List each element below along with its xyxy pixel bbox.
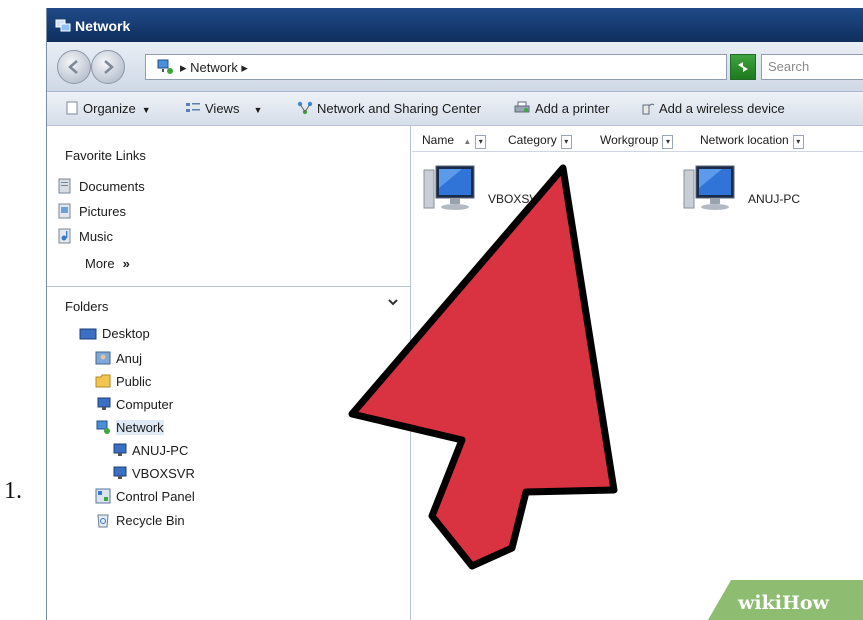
watermark-prefix: wiki xyxy=(738,592,782,614)
red-pointer-arrow xyxy=(348,164,618,570)
arrow-shape xyxy=(348,164,618,570)
wikihow-watermark: wikiHow xyxy=(738,592,829,614)
watermark-suffix: How xyxy=(781,592,829,614)
